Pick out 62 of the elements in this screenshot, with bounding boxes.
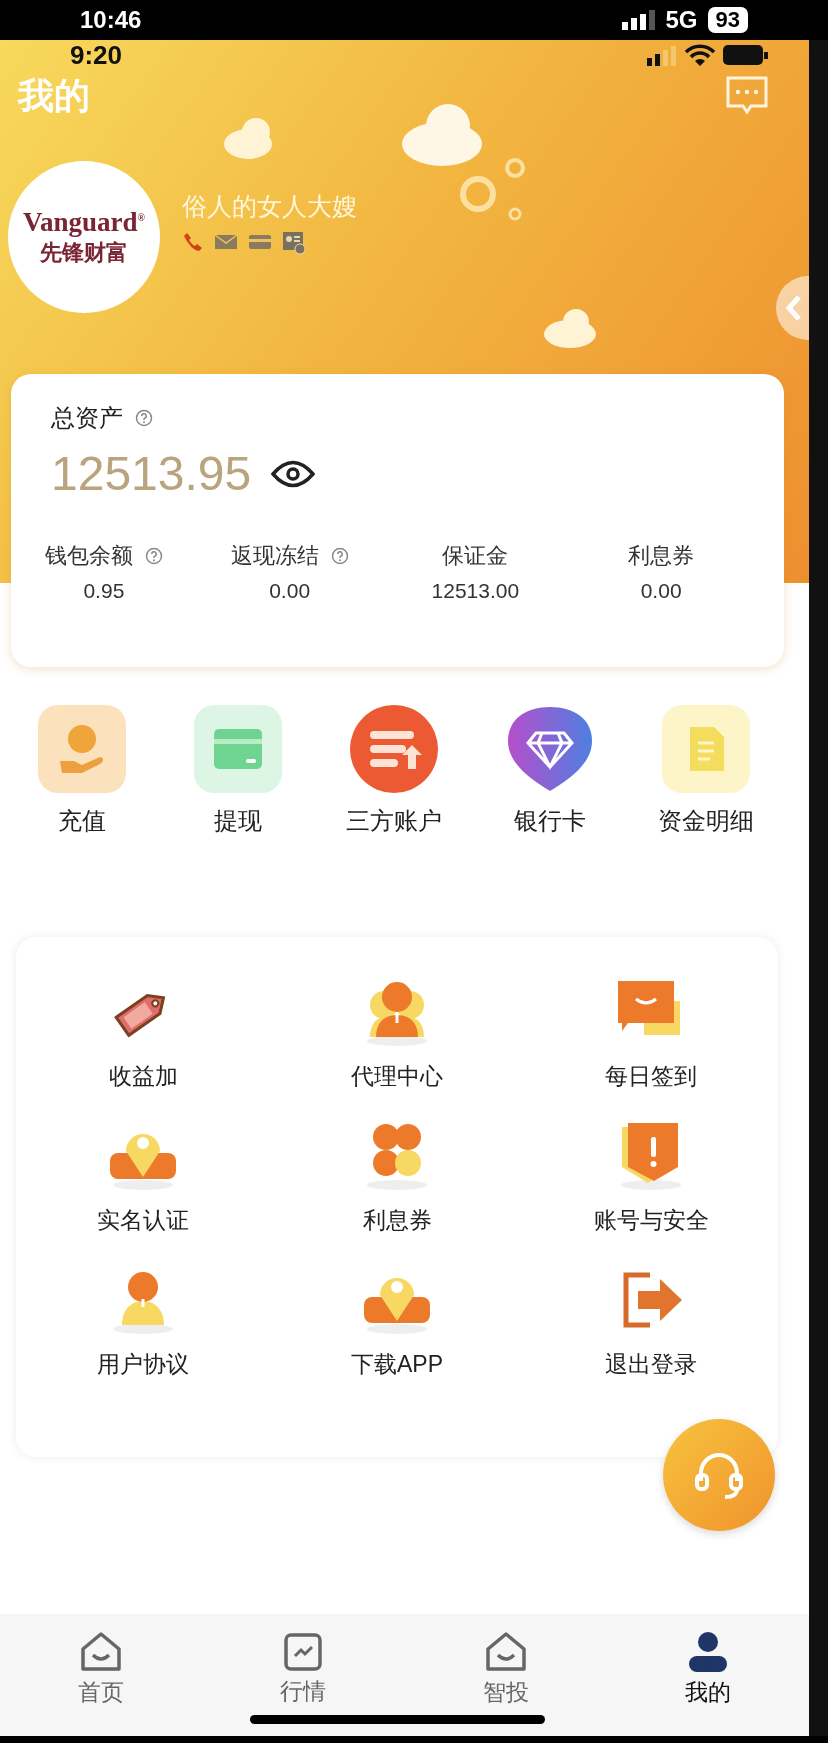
asset-value: 0.00 (269, 579, 311, 603)
document-icon (662, 705, 750, 793)
diamond-icon (506, 705, 594, 793)
logo-text: Vanguard$^{®}$ (22, 206, 145, 238)
service-label[interactable]: 用户协议 (97, 1349, 189, 1380)
asset-value: 0.00 (640, 579, 682, 603)
asset-value: 0.95 (83, 579, 125, 603)
service-label[interactable]: 账号与安全 (593, 1205, 709, 1236)
nav-tab[interactable]: 行情 (202, 1614, 405, 1736)
tab-label: 智投 (482, 1677, 529, 1707)
service-label[interactable]: 收益加 (108, 1061, 178, 1092)
nav-tab[interactable]: 我的 (606, 1614, 809, 1736)
service-label[interactable]: 下载APP (351, 1349, 443, 1380)
signal-icon (621, 10, 656, 30)
eye-icon[interactable] (271, 458, 316, 489)
nav-tab[interactable]: 首页 (0, 1614, 203, 1736)
action-label[interactable]: 三方账户 (346, 805, 442, 837)
coin-hand-icon (38, 705, 126, 793)
total-assets: 12513.95 (51, 446, 252, 501)
action-label[interactable]: 资金明细 (658, 805, 754, 837)
avatar-logo[interactable]: Vanguard$^{®}$ 先锋财富 (8, 161, 160, 313)
network-label: 5G (665, 6, 698, 34)
status-time: 10:46 (80, 6, 142, 34)
tab-label: 行情 (280, 1676, 327, 1706)
user-name: 俗人的女人大嫂 (182, 190, 357, 222)
help-icon[interactable] (330, 547, 349, 565)
message-icon[interactable] (725, 75, 769, 117)
asset-label: 返现冻结 (230, 542, 319, 570)
asset-value: 12513.00 (431, 579, 520, 603)
help-icon[interactable] (135, 409, 153, 427)
tab-label: 我的 (684, 1677, 731, 1707)
help-icon[interactable] (144, 547, 163, 565)
asset-label: 保证金 (442, 542, 509, 570)
asset-label: 钱包余额 (44, 542, 133, 570)
action-label[interactable]: 银行卡 (514, 805, 586, 837)
service-label[interactable]: 利息券 (362, 1205, 432, 1236)
asset-label: 利息券 (628, 542, 695, 570)
action-label[interactable]: 充值 (58, 805, 106, 837)
service-label[interactable]: 每日签到 (605, 1061, 697, 1092)
support-button[interactable] (663, 1419, 775, 1531)
home-icon (79, 1630, 124, 1673)
id-card-icon (282, 230, 306, 255)
chart-icon (283, 1631, 324, 1672)
battery-icon (723, 44, 769, 66)
signal-icon (647, 44, 677, 66)
action-label[interactable]: 提现 (214, 805, 262, 837)
service-label[interactable]: 实名认证 (97, 1205, 189, 1236)
status-time: 9:20 (70, 40, 123, 71)
tab-label: 首页 (78, 1677, 125, 1707)
service-label[interactable]: 代理中心 (351, 1061, 443, 1092)
service-label[interactable]: 退出登录 (605, 1349, 697, 1380)
card-icon (194, 705, 282, 793)
side-tab-icon[interactable] (775, 275, 809, 341)
wifi-icon (685, 44, 715, 66)
transfer-icon (350, 705, 438, 793)
nav-tab[interactable]: 智投 (404, 1614, 607, 1736)
home-icon (483, 1630, 528, 1673)
person-icon (686, 1630, 729, 1673)
logo-subtitle: 先锋财富 (40, 238, 128, 267)
page-title: 我的 (18, 73, 90, 118)
battery-level: 93 (707, 7, 748, 33)
assets-label: 总资产 (51, 403, 123, 433)
